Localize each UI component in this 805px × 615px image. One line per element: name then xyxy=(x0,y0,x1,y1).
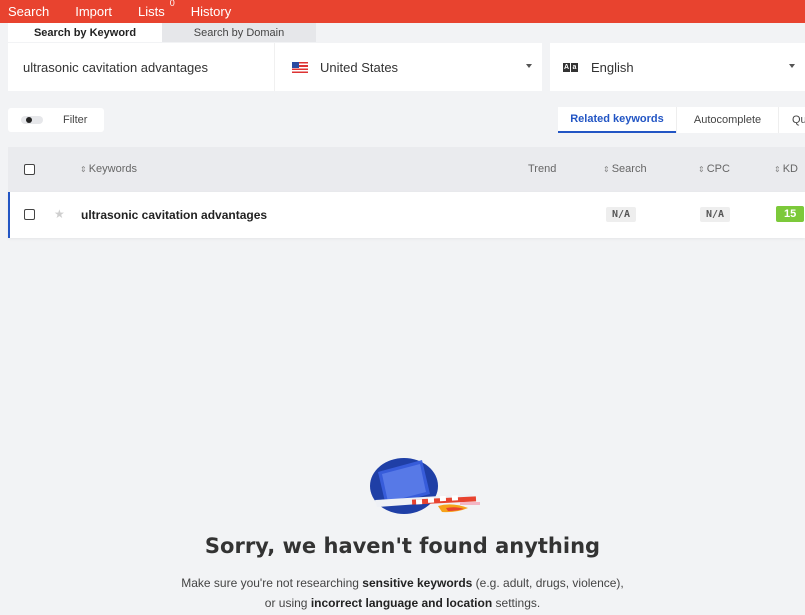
chevron-down-icon xyxy=(526,64,532,68)
keyword-mode-tabs: Related keywords Autocomplete Qu xyxy=(558,107,805,133)
column-search-label: Search xyxy=(611,163,647,175)
column-keywords[interactable]: ⇕ Keywords xyxy=(80,163,137,175)
lists-count-badge: 0 xyxy=(169,0,175,8)
sort-icon: ⇕ xyxy=(603,165,610,174)
column-search[interactable]: ⇕ Search xyxy=(603,163,647,175)
nav-search[interactable]: Search xyxy=(8,4,49,19)
filter-toggle[interactable]: Filter xyxy=(8,108,104,132)
empty-state-illustration xyxy=(370,458,480,514)
us-flag-icon xyxy=(292,61,308,73)
language-label: English xyxy=(591,59,634,75)
tab-search-by-domain[interactable]: Search by Domain xyxy=(162,23,316,42)
chevron-down-icon xyxy=(789,64,795,68)
tab-search-by-keyword[interactable]: Search by Keyword xyxy=(8,23,162,42)
nav-lists-label: Lists xyxy=(138,4,165,19)
nav-lists[interactable]: Lists 0 xyxy=(138,0,175,19)
select-all-checkbox[interactable] xyxy=(24,164,35,175)
country-label: United States xyxy=(320,59,399,75)
translate-icon: Aa xyxy=(563,62,578,72)
tab-questions[interactable]: Qu xyxy=(778,107,805,133)
column-trend: Trend xyxy=(528,163,557,175)
column-cpc-label: CPC xyxy=(706,163,730,175)
row-keyword[interactable]: ultrasonic cavitation advantages xyxy=(81,208,267,222)
language-select[interactable]: Aa English xyxy=(542,43,805,91)
country-select[interactable]: United States xyxy=(274,43,542,91)
tab-autocomplete[interactable]: Autocomplete xyxy=(676,107,778,133)
table-header: ⇕ Keywords Trend ⇕ Search ⇕ CPC ⇕ KD xyxy=(8,147,805,192)
top-nav: Search Import Lists 0 History xyxy=(0,0,805,23)
empty-state-title: Sorry, we haven't found anything xyxy=(204,534,601,558)
row-cpc-value: N/A xyxy=(700,207,731,222)
nav-history[interactable]: History xyxy=(191,4,231,19)
column-cpc[interactable]: ⇕ CPC xyxy=(698,163,730,175)
column-kd-label: KD xyxy=(782,163,798,175)
tab-related-keywords[interactable]: Related keywords xyxy=(558,107,676,133)
row-checkbox[interactable] xyxy=(24,209,35,220)
empty-state-line-2: or using incorrect language and location… xyxy=(264,596,541,610)
sort-icon: ⇕ xyxy=(774,165,781,174)
table-row[interactable]: ★ ultrasonic cavitation advantages N/A N… xyxy=(8,192,805,238)
filter-label: Filter xyxy=(63,114,88,126)
sort-icon: ⇕ xyxy=(80,165,87,174)
row-kd-badge: 15 xyxy=(776,206,804,222)
search-inputs-row: United States Aa English xyxy=(8,43,805,91)
search-mode-tabs: Search by Keyword Search by Domain xyxy=(8,23,316,42)
column-keywords-label: Keywords xyxy=(88,163,137,175)
toggle-switch[interactable] xyxy=(21,116,43,124)
star-icon[interactable]: ★ xyxy=(54,207,65,221)
nav-import[interactable]: Import xyxy=(75,4,112,19)
row-search-value: N/A xyxy=(606,207,637,222)
sort-icon: ⇕ xyxy=(698,165,705,174)
keyword-input[interactable] xyxy=(8,43,274,91)
column-kd[interactable]: ⇕ KD xyxy=(774,163,798,175)
empty-state-line-1: Make sure you're not researching sensiti… xyxy=(181,576,624,590)
